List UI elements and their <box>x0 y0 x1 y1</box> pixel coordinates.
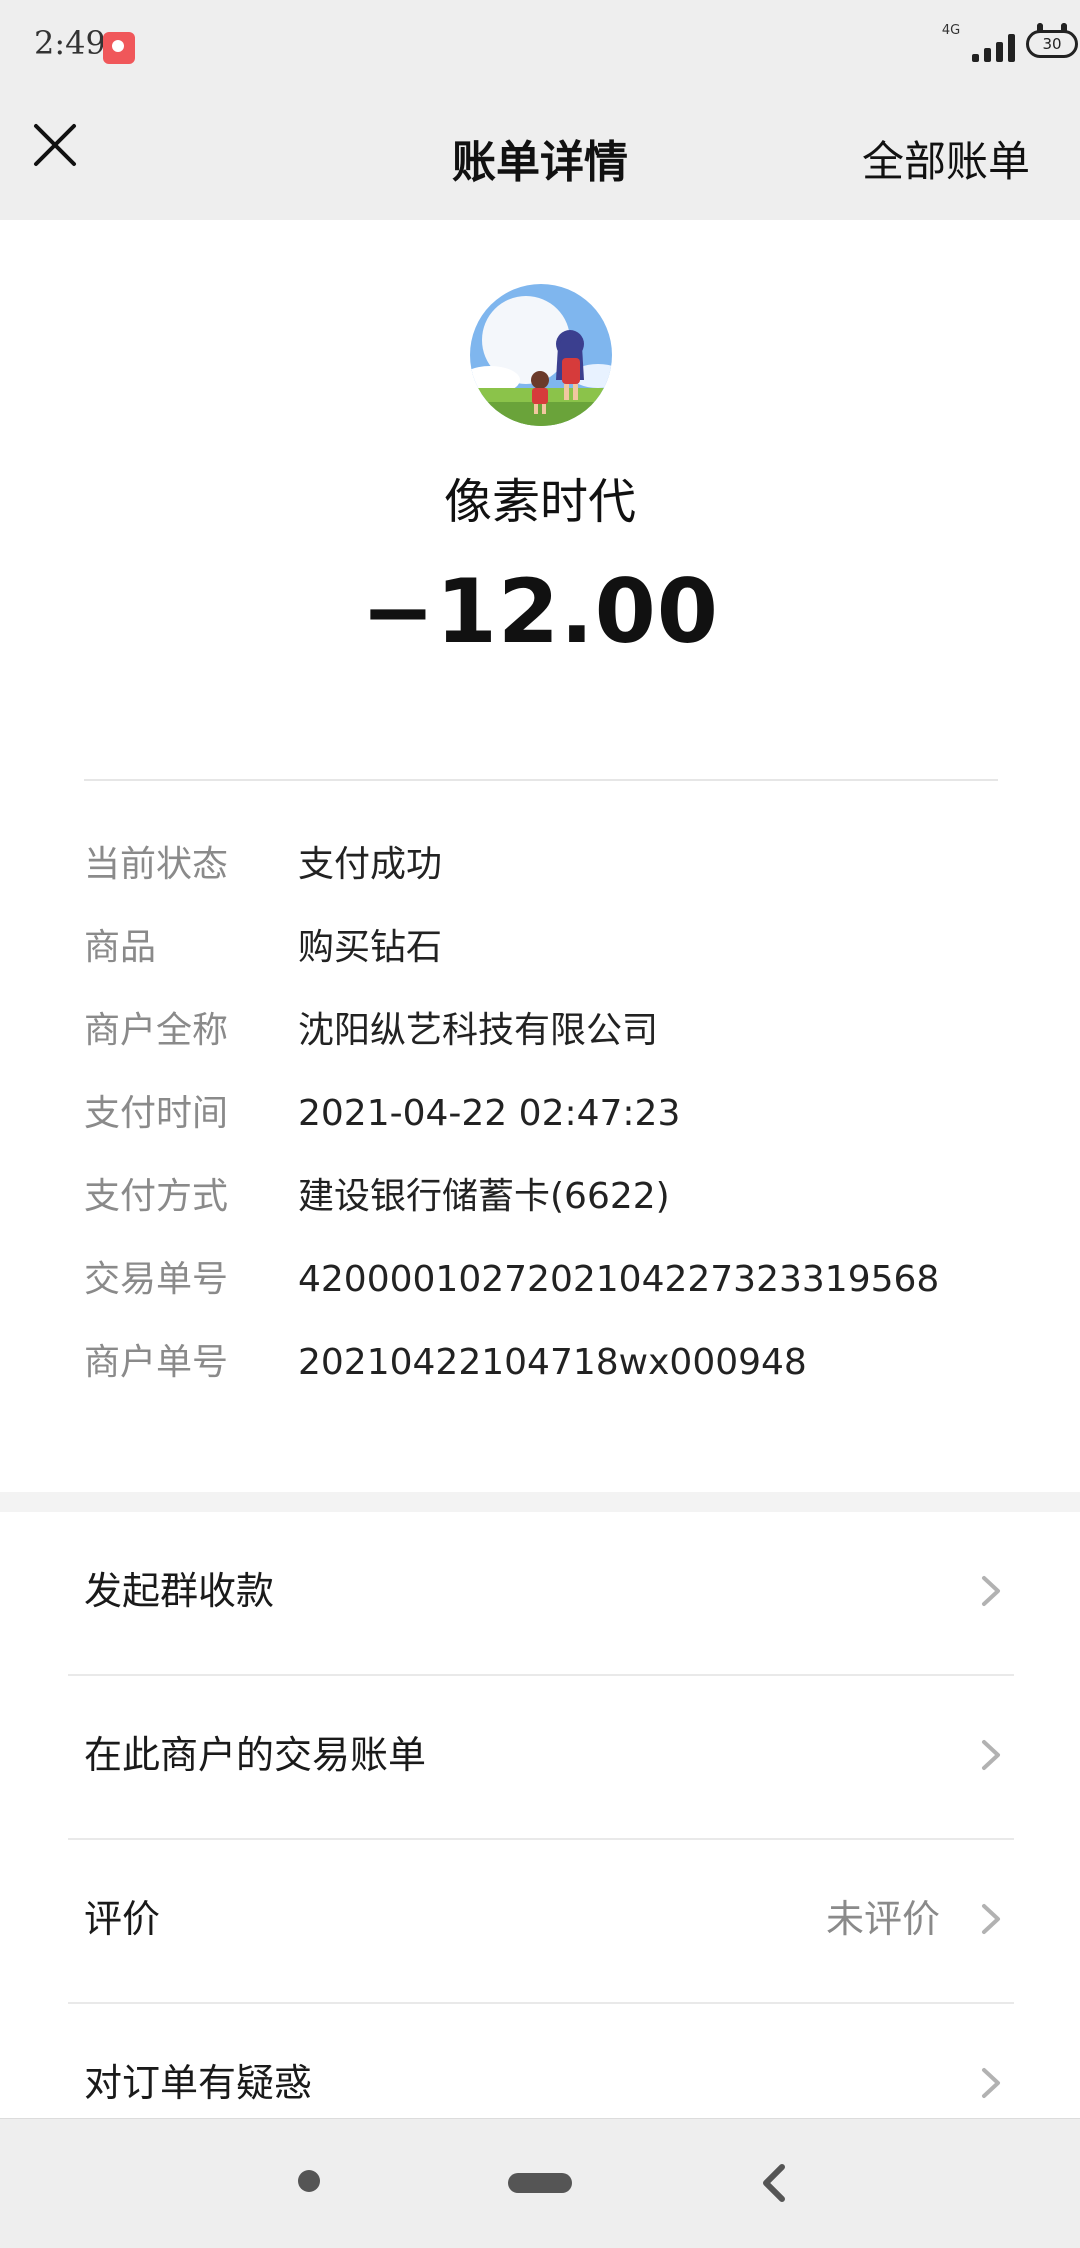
detail-label: 商户单号 <box>84 1342 229 1383</box>
detail-row-merchant-full-name: 商户全称 沈阳纵艺科技有限公司 <box>84 1006 1024 1089</box>
status-bar: 2:49 4G 30 <box>0 0 1080 92</box>
signal-icon <box>972 34 1018 62</box>
divider <box>84 779 998 781</box>
detail-value: 沈阳纵艺科技有限公司 <box>298 1010 659 1051</box>
detail-value: 支付成功 <box>298 844 443 885</box>
group-collect-row[interactable]: 发起群收款 <box>0 1512 1080 1676</box>
action-label: 发起群收款 <box>84 1569 275 1613</box>
notification-app-icon <box>103 32 135 64</box>
review-row[interactable]: 评价 未评价 <box>0 1840 1080 2004</box>
detail-label: 交易单号 <box>84 1259 229 1300</box>
detail-value: 建设银行储蓄卡(6622) <box>298 1176 670 1217</box>
merchant-avatar <box>470 284 612 426</box>
detail-row-payment-method: 支付方式 建设银行储蓄卡(6622) <box>84 1172 1024 1255</box>
nav-bar: 账单详情 全部账单 <box>0 92 1080 220</box>
status-time: 2:49 <box>34 24 106 62</box>
chevron-right-icon <box>982 2068 1000 2098</box>
detail-label: 商品 <box>84 927 157 968</box>
action-label: 对订单有疑惑 <box>84 2061 313 2105</box>
chevron-right-icon <box>982 1576 1000 1606</box>
payment-amount: −12.00 <box>360 560 720 663</box>
detail-value: 20210422104718wx000948 <box>298 1342 807 1383</box>
detail-row-status: 当前状态 支付成功 <box>84 840 1024 923</box>
home-pill-icon[interactable] <box>508 2173 572 2193</box>
network-type-label: 4G <box>941 23 961 38</box>
detail-label: 当前状态 <box>84 844 229 885</box>
chevron-right-icon <box>982 1904 1000 1934</box>
detail-row-payment-time: 支付时间 2021-04-22 02:47:23 <box>84 1089 1024 1172</box>
system-nav-bar <box>0 2118 1080 2248</box>
merchant-name: 像素时代 <box>443 474 636 530</box>
battery-icon: 30 <box>1026 23 1078 58</box>
home-dot-icon[interactable] <box>298 2170 320 2192</box>
all-bills-button[interactable]: 全部账单 <box>862 128 1030 189</box>
detail-row-product: 商品 购买钻石 <box>84 923 1024 1006</box>
detail-value: 2021-04-22 02:47:23 <box>298 1093 681 1134</box>
merchant-bills-row[interactable]: 在此商户的交易账单 <box>0 1676 1080 1840</box>
chevron-right-icon <box>982 1740 1000 1770</box>
bill-details: 当前状态 支付成功 商品 购买钻石 商户全称 沈阳纵艺科技有限公司 支付时间 2… <box>84 840 1024 1421</box>
detail-label: 商户全称 <box>84 1010 229 1051</box>
detail-value: 4200001027202104227323319568 <box>298 1259 940 1300</box>
action-list: 发起群收款 在此商户的交易账单 评价 未评价 对订单有疑惑 <box>0 1512 1080 2168</box>
detail-row-transaction-id: 交易单号 4200001027202104227323319568 <box>84 1255 1024 1338</box>
action-label: 在此商户的交易账单 <box>84 1733 427 1777</box>
action-label: 评价 <box>84 1897 161 1941</box>
section-separator <box>0 1492 1080 1512</box>
bill-detail-screen: 2:49 4G 30 账单详情 全部账单 像素时代 −12.00 当前状态 支付… <box>0 0 1080 2248</box>
detail-value: 购买钻石 <box>298 927 443 968</box>
detail-label: 支付时间 <box>84 1093 229 1134</box>
review-status: 未评价 <box>825 1897 940 1941</box>
detail-label: 支付方式 <box>84 1176 229 1217</box>
detail-row-merchant-order-id: 商户单号 20210422104718wx000948 <box>84 1338 1024 1421</box>
back-icon[interactable] <box>758 2163 788 2203</box>
